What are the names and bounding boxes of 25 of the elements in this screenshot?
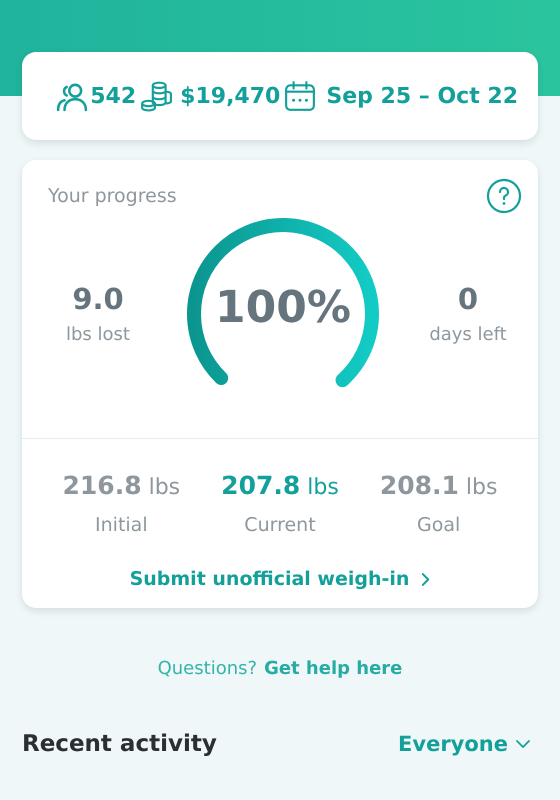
stat-label: lbs lost [66,324,130,344]
filter-dropdown[interactable]: Everyone [398,732,538,756]
weight-label: Initial [95,514,148,536]
weight-label: Goal [417,514,460,536]
prize-amount: $19,470 [180,84,280,108]
help-link[interactable]: Get help here [264,658,402,679]
section-title: Recent activity [22,731,217,757]
weight-value: 216.8 lbs [62,471,180,500]
stat-label: days left [429,324,507,344]
coins-icon [140,80,172,112]
percent-value: 100% [215,282,351,332]
chevron-icon [421,572,430,586]
help-icon[interactable] [486,178,522,214]
calendar-icon [284,80,316,112]
date-range: Sep 25 – Oct 22 [326,84,518,108]
stat-value: 0 [458,282,478,316]
weigh-in-link[interactable]: Submit unofficial weigh-in [126,564,434,594]
weight-value: 207.8 lbs [221,471,339,500]
chevron-down-icon [516,740,530,748]
card-title: Your progress [48,185,177,207]
help-text: Questions? [158,658,258,679]
weight-label: Current [244,514,316,536]
participant-count: 542 [90,84,136,108]
weight-value: 208.1 lbs [380,471,498,500]
stat-value: 9.0 [72,282,124,316]
